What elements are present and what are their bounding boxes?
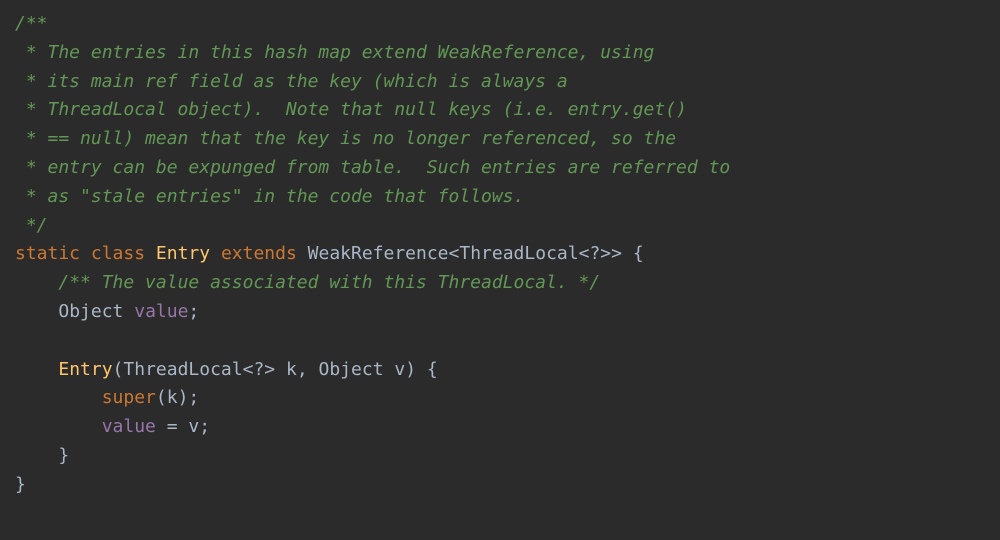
param-v: v [394, 359, 405, 380]
javadoc-line: * == null) mean that the key is no longe… [15, 128, 676, 149]
generic-close: > [600, 243, 611, 264]
generic-open: < [579, 243, 590, 264]
keyword-extends: extends [221, 243, 297, 264]
type-object: Object [58, 301, 123, 322]
generic-open: < [243, 359, 254, 380]
generic-close: > [264, 359, 275, 380]
field-javadoc: /** The value associated with this Threa… [58, 272, 600, 293]
wildcard: ? [589, 243, 600, 264]
paren-open: ( [113, 359, 124, 380]
javadoc-line: * The entries in this hash map extend We… [15, 42, 654, 63]
arg-k: k [167, 387, 178, 408]
brace-close: } [15, 474, 26, 495]
generic-close: > [611, 243, 622, 264]
keyword-super: super [102, 387, 156, 408]
wildcard: ? [253, 359, 264, 380]
paren-open: ( [156, 387, 167, 408]
type-threadlocal: ThreadLocal [459, 243, 578, 264]
generic-open: < [449, 243, 460, 264]
constructor-entry: Entry [58, 359, 112, 380]
class-name-entry: Entry [156, 243, 210, 264]
assign-operator: = [167, 416, 178, 437]
paren-close: ) [178, 387, 189, 408]
javadoc-line: * entry can be expunged from table. Such… [15, 157, 730, 178]
param-type-object: Object [319, 359, 384, 380]
javadoc-line: * ThreadLocal object). Note that null ke… [15, 99, 687, 120]
param-type-threadlocal: ThreadLocal [123, 359, 242, 380]
field-value-ref: value [102, 416, 156, 437]
javadoc-open: /** [15, 13, 48, 34]
semicolon: ; [188, 387, 199, 408]
keyword-class: class [91, 243, 145, 264]
param-k: k [286, 359, 297, 380]
arg-v: v [188, 416, 199, 437]
brace-open: { [427, 359, 438, 380]
javadoc-line: * its main ref field as the key (which i… [15, 71, 568, 92]
paren-close: ) [405, 359, 416, 380]
keyword-static: static [15, 243, 80, 264]
comma: , [297, 359, 308, 380]
brace-open: { [633, 243, 644, 264]
semicolon: ; [188, 301, 199, 322]
code-block: /** * The entries in this hash map exten… [15, 10, 985, 500]
semicolon: ; [199, 416, 210, 437]
field-value: value [134, 301, 188, 322]
javadoc-line: * as "stale entries" in the code that fo… [15, 186, 524, 207]
brace-close: } [58, 445, 69, 466]
type-weakreference: WeakReference [308, 243, 449, 264]
javadoc-close: */ [15, 215, 48, 236]
